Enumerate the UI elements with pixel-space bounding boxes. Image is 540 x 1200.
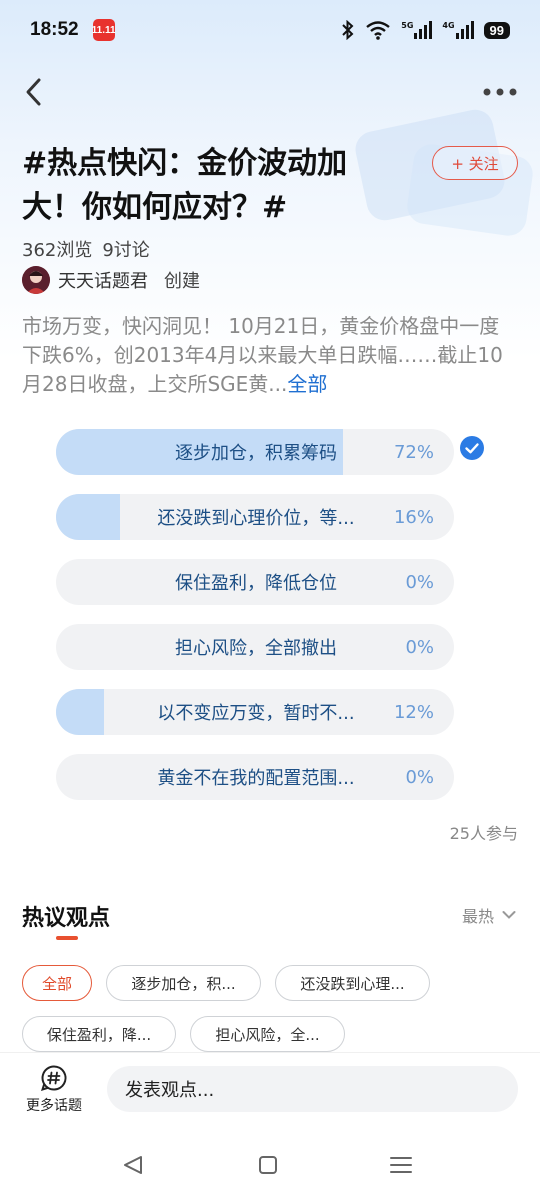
- chip-option-2[interactable]: 还没跌到心理...: [275, 965, 430, 1001]
- sort-label: 最热: [461, 907, 494, 926]
- system-navigation: [0, 1132, 540, 1200]
- description-text: 市场万变，快闪洞见！ 10月21日，黄金价格盘中一度下跌6%，创2013年4月以…: [22, 314, 503, 396]
- chip-option-3[interactable]: 保住盈利，降...: [22, 1016, 176, 1052]
- poll-option[interactable]: 还没跌到心理价位，等... 16%: [56, 494, 454, 540]
- participant-count: 25人参与: [449, 824, 518, 843]
- network-5g-label: 5G: [401, 21, 414, 30]
- topic-stats: 362浏览 9讨论: [22, 236, 150, 262]
- poll-option[interactable]: 黄金不在我的配置范围... 0%: [56, 754, 454, 800]
- poll-option-fill: [56, 689, 104, 735]
- hot-views-title: 热议观点: [22, 906, 111, 931]
- status-bar: 18:52 11.11 5G 4G 99: [0, 0, 540, 60]
- chip-all[interactable]: 全部: [22, 965, 92, 1001]
- follow-button[interactable]: + 关注: [432, 146, 518, 180]
- creator-info[interactable]: 天天话题君 创建: [22, 266, 200, 294]
- section-underline: [56, 936, 78, 940]
- back-button[interactable]: [18, 74, 48, 110]
- topic-hash-icon: [41, 1065, 67, 1091]
- status-time: 18:52: [30, 19, 79, 40]
- square-home-icon: [259, 1156, 277, 1174]
- system-back-button[interactable]: [118, 1150, 148, 1180]
- poll-option-label: 以不变应万变，暂时不...: [157, 703, 355, 724]
- chevron-down-icon: [502, 911, 516, 919]
- top-navigation: [0, 70, 540, 114]
- poll-option-percent: 16%: [393, 506, 434, 528]
- creator-name: 天天话题君: [58, 271, 148, 292]
- discussion-count: 9讨论: [102, 240, 150, 261]
- comment-input[interactable]: 发表观点...: [107, 1066, 518, 1112]
- poll-option-label: 保住盈利，降低仓位: [175, 573, 337, 594]
- signal-5g-icon: 5G: [401, 21, 433, 39]
- creator-role: 创建: [164, 271, 200, 292]
- system-home-button[interactable]: [253, 1150, 283, 1180]
- shopping-app-icon: 11.11: [92, 19, 116, 41]
- poll-option-label: 担心风险，全部撤出: [175, 638, 337, 659]
- poll: 逐步加仓，积累筹码 72% 还没跌到心理价位，等... 16% 保住盈利，降低仓位 0% 担…: [56, 429, 456, 819]
- poll-option-percent: 72%: [393, 441, 434, 463]
- battery-indicator: 99: [483, 21, 510, 39]
- poll-option[interactable]: 保住盈利，降低仓位 0%: [56, 559, 454, 605]
- expand-description-link[interactable]: 全部: [287, 372, 327, 396]
- poll-option-label: 逐步加仓，积累筹码: [175, 443, 337, 464]
- wifi-icon: [365, 20, 391, 40]
- poll-option-percent: 0%: [405, 636, 434, 658]
- status-icons: 5G 4G 99: [341, 20, 510, 40]
- network-4g-label: 4G: [442, 21, 455, 30]
- poll-option-percent: 0%: [405, 571, 434, 593]
- topic-description[interactable]: 市场万变，快闪洞见！ 10月21日，黄金价格盘中一度下跌6%，创2013年4月以…: [22, 312, 518, 399]
- poll-option-fill: [56, 494, 120, 540]
- more-dots-icon: [483, 88, 517, 96]
- poll-option-label: 黄金不在我的配置范围...: [157, 768, 355, 789]
- poll-option-label: 还没跌到心理价位，等...: [157, 508, 355, 529]
- menu-recents-icon: [390, 1157, 412, 1173]
- topic-title: #热点快闪：金价波动加大！你如何应对？#: [22, 146, 348, 225]
- poll-option[interactable]: 以不变应万变，暂时不... 12%: [56, 689, 454, 735]
- more-options-button[interactable]: [482, 78, 518, 106]
- avatar: [22, 266, 50, 294]
- chevron-left-icon: [26, 78, 41, 106]
- more-topics-button[interactable]: 更多话题: [20, 1065, 88, 1115]
- view-count: 362浏览: [22, 240, 93, 261]
- chip-option-1[interactable]: 逐步加仓，积...: [106, 965, 261, 1001]
- poll-option-percent: 12%: [393, 701, 434, 723]
- bottom-bar: 更多话题 发表观点...: [0, 1052, 540, 1132]
- bluetooth-icon: [341, 20, 355, 40]
- selected-check-icon: [460, 436, 484, 460]
- poll-option[interactable]: 逐步加仓，积累筹码 72%: [56, 429, 454, 475]
- signal-4g-icon: 4G: [442, 21, 474, 39]
- chip-option-4[interactable]: 担心风险，全...: [190, 1016, 345, 1052]
- triangle-back-icon: [124, 1156, 142, 1174]
- more-topics-label: 更多话题: [26, 1098, 82, 1114]
- poll-option-percent: 0%: [405, 766, 434, 788]
- system-recents-button[interactable]: [386, 1150, 416, 1180]
- sort-dropdown[interactable]: 最热: [462, 903, 516, 927]
- poll-option[interactable]: 担心风险，全部撤出 0%: [56, 624, 454, 670]
